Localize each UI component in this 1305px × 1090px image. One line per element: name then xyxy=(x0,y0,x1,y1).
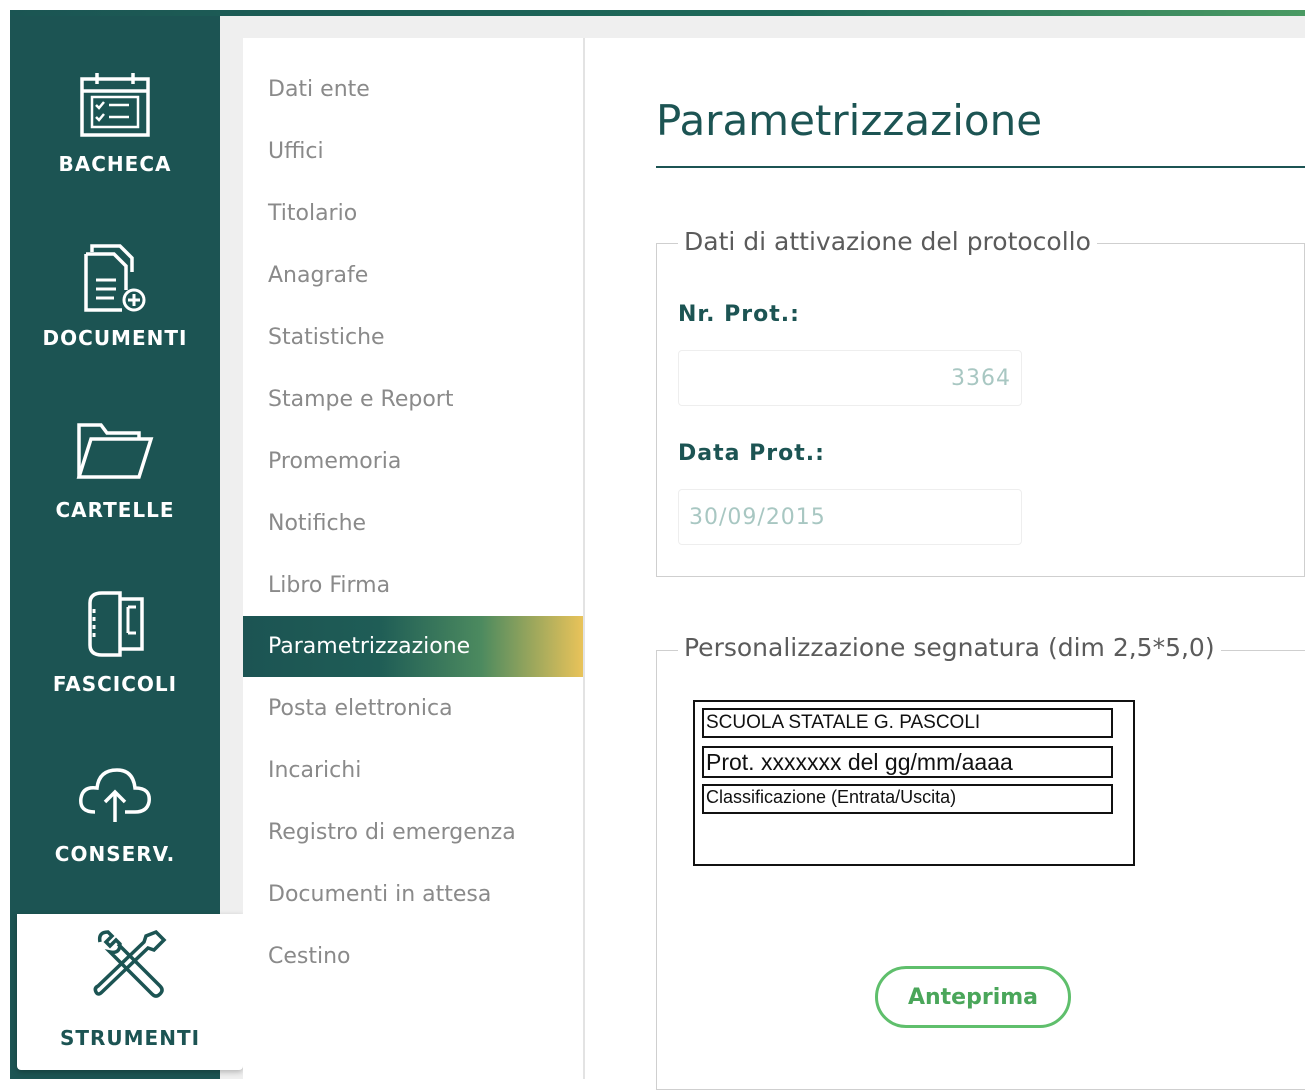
nav-documenti[interactable]: DOCUMENTI xyxy=(10,238,220,350)
header-gap xyxy=(220,16,1305,38)
submenu-item-uffici[interactable]: Uffici xyxy=(243,121,583,182)
document-add-icon xyxy=(75,238,155,318)
nav-label: BACHECA xyxy=(58,152,172,176)
main-content: Parametrizzazione Dati di attivazione de… xyxy=(585,38,1305,1090)
folder-open-icon xyxy=(75,410,155,490)
nav-label: CONSERV. xyxy=(54,842,176,866)
nav-fascicoli[interactable]: FASCICOLI xyxy=(10,584,220,696)
nr-prot-label: Nr. Prot.: xyxy=(678,302,800,327)
nav-bacheca[interactable]: BACHECA xyxy=(10,64,220,176)
submenu-item-posta-elettronica[interactable]: Posta elettronica xyxy=(243,678,583,739)
submenu-item-statistiche[interactable]: Statistiche xyxy=(243,307,583,368)
activation-legend: Dati di attivazione del protocollo xyxy=(678,227,1097,256)
submenu-item-titolario[interactable]: Titolario xyxy=(243,183,583,244)
title-divider xyxy=(656,166,1305,168)
nav-conserv[interactable]: CONSERV. xyxy=(10,754,220,866)
nav-cartelle[interactable]: CARTELLE xyxy=(10,410,220,522)
binder-icon xyxy=(75,584,155,664)
signature-line-2[interactable]: Prot. xxxxxxx del gg/mm/aaaa xyxy=(702,746,1113,778)
nav-label: STRUMENTI xyxy=(59,1026,201,1050)
nav-label: CARTELLE xyxy=(55,498,175,522)
submenu-item-notifiche[interactable]: Notifiche xyxy=(243,493,583,554)
tools-icon xyxy=(90,926,170,1006)
submenu-item-incarichi[interactable]: Incarichi xyxy=(243,740,583,801)
submenu-item-registro-emergenza[interactable]: Registro di emergenza xyxy=(243,802,583,863)
signature-line-1[interactable]: SCUOLA STATALE G. PASCOLI xyxy=(702,708,1113,738)
submenu-item-libro-firma[interactable]: Libro Firma xyxy=(243,555,583,616)
submenu-item-promemoria[interactable]: Promemoria xyxy=(243,431,583,492)
submenu-panel: Dati ente Uffici Titolario Anagrafe Stat… xyxy=(243,38,585,1079)
submenu-item-dati-ente[interactable]: Dati ente xyxy=(243,59,583,120)
page-title: Parametrizzazione xyxy=(656,96,1043,145)
nav-label: FASCICOLI xyxy=(52,672,178,696)
submenu-item-documenti-attesa[interactable]: Documenti in attesa xyxy=(243,864,583,925)
nav-strumenti[interactable]: STRUMENTI xyxy=(17,914,243,1070)
nr-prot-input[interactable]: 3364 xyxy=(678,350,1022,406)
cloud-upload-icon xyxy=(75,754,155,834)
nav-label: DOCUMENTI xyxy=(42,326,188,350)
submenu-item-cestino[interactable]: Cestino xyxy=(243,926,583,987)
signature-legend: Personalizzazione segnatura (dim 2,5*5,0… xyxy=(678,633,1221,662)
data-prot-label: Data Prot.: xyxy=(678,441,825,466)
preview-button[interactable]: Anteprima xyxy=(875,966,1071,1028)
submenu-item-parametrizzazione[interactable]: Parametrizzazione xyxy=(243,616,583,677)
signature-line-3[interactable]: Classificazione (Entrata/Uscita) xyxy=(702,784,1113,814)
data-prot-input[interactable]: 30/09/2015 xyxy=(678,489,1022,545)
submenu-item-anagrafe[interactable]: Anagrafe xyxy=(243,245,583,306)
submenu-item-stampe-report[interactable]: Stampe e Report xyxy=(243,369,583,430)
calendar-checklist-icon xyxy=(75,64,155,144)
